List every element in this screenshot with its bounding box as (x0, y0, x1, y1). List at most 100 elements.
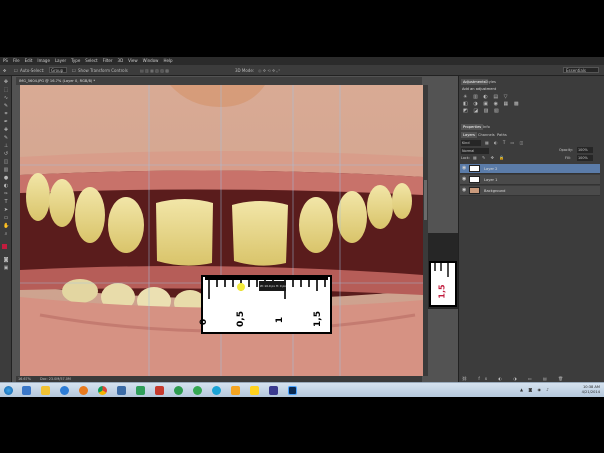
hand-tool-icon[interactable]: ✋ (3, 224, 9, 229)
app-icon[interactable] (193, 386, 202, 395)
app-icon[interactable] (269, 386, 278, 395)
app-icon[interactable] (231, 386, 240, 395)
menu-item-3d[interactable]: 3D (118, 57, 124, 65)
layer-row[interactable]: ◉ Layer 2 (460, 164, 600, 174)
folder-icon[interactable] (41, 386, 50, 395)
document-tab[interactable]: IMG_5604.JPG @ 16.7% (Layer 0, RGB/8) * (16, 77, 422, 85)
foreground-color-swatch[interactable] (2, 244, 7, 249)
layer-name[interactable]: Layer 2 (484, 164, 497, 174)
menu-item-select[interactable]: Select (85, 57, 97, 65)
clock[interactable]: 10:38 AM 4/21/2014 (582, 385, 600, 395)
windows-taskbar: ▲ ◙ ◉ ♪ 10:38 AM 4/21/2014 (0, 382, 604, 397)
tab-styles[interactable]: Styles (483, 79, 498, 85)
eye-icon[interactable]: ◉ (462, 177, 467, 182)
path-select-tool-icon[interactable]: ➤ (3, 208, 9, 213)
layer-name[interactable]: Background (484, 186, 505, 196)
clock-date: 4/21/2014 (581, 390, 600, 394)
lasso-tool-icon[interactable]: ∿ (3, 96, 9, 101)
menu-item-edit[interactable]: Edit (25, 57, 33, 65)
tools-panel: ✥ ⬚ ∿ ✎ ⌗ ✒ ✚ ✎ ⊥ ↺ ◫ ▥ ● ◐ ✑ T ➤ ▭ ✋ ⌕ … (0, 76, 12, 382)
app-icon[interactable] (117, 386, 126, 395)
move-tool-icon[interactable]: ✥ (3, 68, 6, 73)
auto-select-checkbox[interactable]: ☐ (14, 68, 18, 73)
eraser-tool-icon[interactable]: ◫ (3, 160, 9, 165)
history-brush-tool-icon[interactable]: ↺ (3, 152, 9, 157)
menu-item-filter[interactable]: Filter (103, 57, 113, 65)
document-canvas[interactable]: 0 0,5 1 1,5 W: 10.0 px H: 0 px (20, 85, 423, 376)
app-icon[interactable] (250, 386, 259, 395)
layer-name[interactable]: Layer 1 (484, 175, 497, 185)
measurement-ruler[interactable]: 0 0,5 1 1,5 W: 10.0 px H: 0 px (199, 275, 332, 334)
adjustment-icons-row-1[interactable]: ☀ ▥ ◐ ▤ ▽ (463, 94, 510, 100)
eyedropper-tool-icon[interactable]: ✒ (3, 120, 9, 125)
dodge-tool-icon[interactable]: ◐ (3, 184, 9, 189)
menu-bar: PS File Edit Image Layer Type Select Fil… (0, 57, 604, 65)
brush-tool-icon[interactable]: ✎ (3, 136, 9, 141)
eye-icon[interactable]: ◉ (462, 166, 467, 171)
menu-item-file[interactable]: File (13, 57, 20, 65)
blur-tool-icon[interactable]: ● (3, 176, 9, 181)
secondary-ruler-label: 1,5 (437, 284, 447, 299)
fill-input[interactable]: 100% (577, 155, 593, 161)
vertical-scrollbar[interactable] (423, 85, 428, 376)
app-icon[interactable] (136, 386, 145, 395)
chrome-icon[interactable] (98, 386, 107, 395)
quick-select-tool-icon[interactable]: ✎ (3, 104, 9, 109)
menu-item-type[interactable]: Type (71, 57, 80, 65)
show-transform-label: Show Transform Controls (78, 68, 128, 73)
zoom-tool-icon[interactable]: ⌕ (3, 232, 9, 237)
move-tool-icon[interactable]: ✥ (3, 80, 9, 85)
menu-item-image[interactable]: Image (37, 57, 50, 65)
photoshop-icon[interactable] (288, 386, 297, 395)
tab-info[interactable]: Info (481, 124, 492, 130)
opacity-input[interactable]: 100% (577, 147, 593, 153)
secondary-document-window[interactable]: 1,5 (428, 233, 458, 309)
app-icon[interactable] (174, 386, 183, 395)
tab-layers[interactable]: Layers (461, 132, 477, 138)
menu-item-view[interactable]: View (128, 57, 138, 65)
firefox-icon[interactable] (79, 386, 88, 395)
eye-icon[interactable]: ◉ (462, 188, 467, 193)
quick-mask-icon[interactable]: ◙ (3, 258, 9, 263)
app-icon[interactable] (155, 386, 164, 395)
layer-filter-icons[interactable]: ▦ ◐ T ▭ ◫ (485, 140, 525, 145)
3d-mode-icons[interactable]: ◎ ✥ ⟲ ✥ ⤢ (258, 68, 280, 73)
screen-mode-icon[interactable]: ▣ (3, 266, 9, 271)
media-player-icon[interactable] (60, 386, 69, 395)
tab-paths[interactable]: Paths (495, 132, 509, 138)
explorer-icon[interactable] (22, 386, 31, 395)
skype-icon[interactable] (212, 386, 221, 395)
tab-channels[interactable]: Channels (476, 132, 497, 138)
start-orb-icon[interactable] (4, 386, 13, 395)
workspace-value: Essentials (566, 68, 587, 73)
tab-properties[interactable]: Properties (461, 124, 484, 130)
layer-thumbnail (469, 176, 480, 183)
blend-mode-dropdown[interactable]: Normal (461, 148, 489, 154)
crop-tool-icon[interactable]: ⌗ (3, 112, 9, 117)
adjustment-icons-row-2[interactable]: ◧ ◑ ▣ ◉ ▦ ▩ (463, 101, 521, 107)
menu-item-layer[interactable]: Layer (55, 57, 66, 65)
shape-tool-icon[interactable]: ▭ (3, 216, 9, 221)
healing-tool-icon[interactable]: ✚ (3, 128, 9, 133)
align-icons[interactable]: ▤ ▥ ▦ ▧ ▨ ▩ (140, 68, 169, 73)
kind-filter-dropdown[interactable]: Kind (461, 140, 481, 146)
menu-item-window[interactable]: Window (143, 57, 159, 65)
layer-row[interactable]: ◉ Background (460, 186, 600, 196)
vertical-scrollbar-thumb[interactable] (424, 180, 427, 220)
show-transform-checkbox[interactable]: ☐ (72, 68, 76, 73)
layers-panel-actions[interactable]: ⛓ fx ◐ ◑ ▭ ▤ 🗑 (462, 376, 568, 381)
system-tray-icons[interactable]: ▲ ◙ ◉ ♪ (520, 387, 551, 392)
options-bar: ✥ ☐ Auto-Select: Group ☐ Show Transform … (0, 65, 604, 76)
type-tool-icon[interactable]: T (3, 200, 9, 205)
pen-tool-icon[interactable]: ✑ (3, 192, 9, 197)
ruler-label-1-5: 1,5 (312, 311, 323, 327)
menu-item-ps[interactable]: PS (3, 57, 8, 65)
marquee-tool-icon[interactable]: ⬚ (3, 88, 9, 93)
layer-row[interactable]: ◉ Layer 1 (460, 175, 600, 185)
stamp-tool-icon[interactable]: ⊥ (3, 144, 9, 149)
adjustment-icons-row-3[interactable]: ◩ ◪ ▨ ▧ (463, 108, 501, 114)
menu-item-help[interactable]: Help (163, 57, 172, 65)
secondary-ruler: 1,5 (429, 261, 457, 307)
lock-icons[interactable]: ▦ ✎ ✥ 🔒 (473, 155, 506, 160)
gradient-tool-icon[interactable]: ▥ (3, 168, 9, 173)
